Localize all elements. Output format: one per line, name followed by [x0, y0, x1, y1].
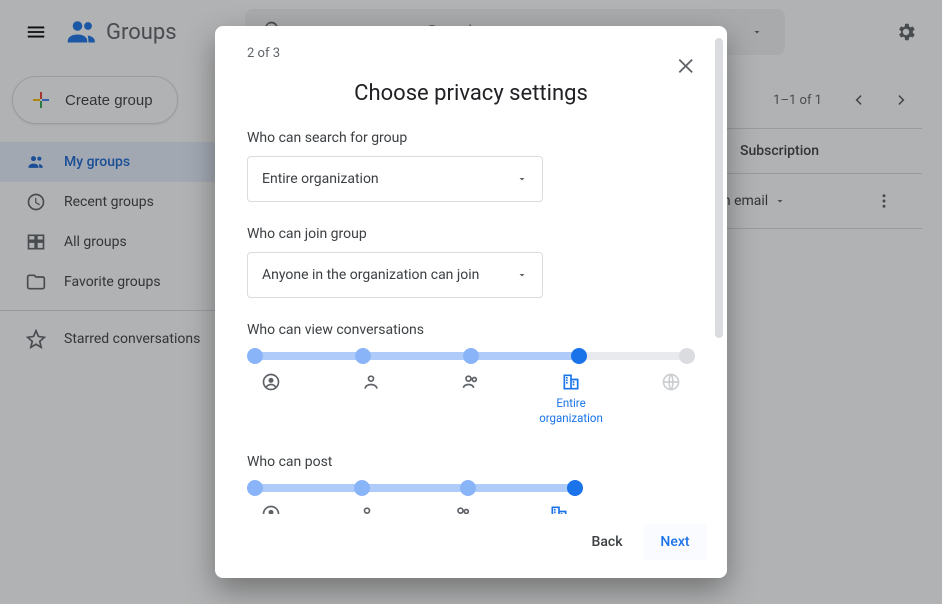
- join-group-value: Anyone in the organization can join: [262, 267, 479, 283]
- slider-node-managers[interactable]: [354, 480, 370, 496]
- group-icon: [461, 372, 481, 392]
- slider-node-owners[interactable]: [247, 480, 263, 496]
- view-conversations-slider[interactable]: [251, 352, 691, 360]
- dialog-step: 2 of 3: [247, 46, 695, 61]
- privacy-settings-dialog: 2 of 3 Choose privacy settings Who can s…: [215, 26, 727, 578]
- globe-icon: [661, 372, 681, 392]
- back-button[interactable]: Back: [575, 524, 639, 560]
- slider-option-organization: Entire organization: [529, 504, 589, 514]
- slider-node-web[interactable]: [679, 348, 695, 364]
- slider-node-members[interactable]: [460, 480, 476, 496]
- person-icon: [361, 372, 381, 392]
- group-icon: [453, 504, 473, 514]
- person-icon: [357, 504, 377, 514]
- slider-option-text: Entire organization: [539, 396, 603, 426]
- slider-node-organization[interactable]: [567, 480, 583, 496]
- who-can-post-slider[interactable]: [251, 484, 579, 492]
- dialog-scrollbar[interactable]: [715, 38, 723, 408]
- next-button[interactable]: Next: [643, 524, 707, 560]
- slider-node-managers[interactable]: [355, 348, 371, 364]
- slider-node-members[interactable]: [463, 348, 479, 364]
- chevron-down-icon: [516, 269, 528, 281]
- building-icon: [549, 504, 569, 514]
- slider-option-managers: [341, 372, 401, 426]
- slider-option-web: [641, 372, 701, 426]
- join-group-select[interactable]: Anyone in the organization can join: [247, 252, 543, 298]
- search-for-group-value: Entire organization: [262, 171, 379, 187]
- person-circle-icon: [261, 504, 281, 514]
- who-can-post-group: Who can post Entire o: [247, 454, 695, 514]
- view-conversations-group: Who can view conversations: [247, 322, 695, 426]
- slider-node-organization[interactable]: [571, 348, 587, 364]
- slider-node-owners[interactable]: [247, 348, 263, 364]
- chevron-down-icon: [516, 173, 528, 185]
- search-for-group-select[interactable]: Entire organization: [247, 156, 543, 202]
- slider-option-managers: [337, 504, 397, 514]
- slider-option-owners: [241, 504, 301, 514]
- search-for-group-label: Who can search for group: [247, 130, 695, 146]
- modal-scrim[interactable]: 2 of 3 Choose privacy settings Who can s…: [0, 0, 942, 604]
- dialog-title: Choose privacy settings: [247, 81, 695, 106]
- who-can-post-label: Who can post: [247, 454, 695, 470]
- slider-option-members: [441, 372, 501, 426]
- person-circle-icon: [261, 372, 281, 392]
- slider-option-members: [433, 504, 493, 514]
- scrollbar-thumb[interactable]: [715, 38, 723, 338]
- slider-option-organization: Entire organization: [541, 372, 601, 426]
- join-group-label: Who can join group: [247, 226, 695, 242]
- view-conversations-label: Who can view conversations: [247, 322, 695, 338]
- slider-option-owners: [241, 372, 301, 426]
- building-icon: [561, 372, 581, 392]
